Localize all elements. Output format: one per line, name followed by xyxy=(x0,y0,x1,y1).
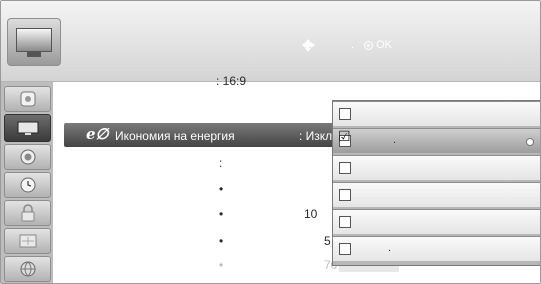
setting-row-bullet-3[interactable]: • xyxy=(219,234,223,248)
setting-row-bullet-2[interactable]: • xyxy=(219,207,223,221)
setting-row-colon[interactable]: : xyxy=(219,156,222,170)
sidebar-item-screen[interactable] xyxy=(4,114,51,142)
move-arrows-icon xyxy=(301,38,315,52)
sidebar-item-time[interactable] xyxy=(4,172,51,198)
eco-logo-icon: e∅ xyxy=(86,125,109,143)
nav-hint-text: . xyxy=(351,39,355,51)
sidebar-item-option[interactable] xyxy=(4,228,51,254)
selection-dot-icon xyxy=(526,138,534,146)
checkbox[interactable] xyxy=(339,108,351,120)
checkbox[interactable] xyxy=(339,216,351,228)
dropdown-option-3[interactable] xyxy=(333,155,540,180)
checkbox[interactable] xyxy=(339,162,351,174)
option-label: . xyxy=(393,134,397,146)
energy-saving-dropdown: ☑ . . xyxy=(332,100,540,266)
energy-saving-label: Икономия на енергия xyxy=(115,129,235,143)
sidebar-item-picture[interactable] xyxy=(4,86,51,112)
sidebar-item-network[interactable] xyxy=(4,256,51,282)
sidebar xyxy=(1,82,53,283)
option-icon xyxy=(19,234,36,248)
setting-row-bullet-4[interactable]: • xyxy=(219,258,223,272)
dropdown-option-4[interactable] xyxy=(333,182,540,207)
dropdown-option-1[interactable] xyxy=(333,101,540,126)
aspect-ratio-row[interactable]: : 16:9 xyxy=(216,74,246,88)
sidebar-item-audio[interactable] xyxy=(4,144,51,170)
menu-header: . OK xyxy=(1,1,540,82)
checkbox[interactable] xyxy=(339,189,351,201)
setting-row-bullet-1[interactable]: • xyxy=(219,182,223,196)
setting-value-2: 5 xyxy=(324,234,331,248)
setting-value-1: 10 xyxy=(304,207,318,221)
settings-window: . OK: 16:9 e∅ Икономия на енергия: Изк… xyxy=(0,0,541,284)
sidebar-item-lock[interactable] xyxy=(4,200,51,226)
dropdown-option-5[interactable] xyxy=(333,209,540,234)
tv-icon xyxy=(17,121,38,135)
ok-button-icon xyxy=(364,40,374,50)
tv-menu-icon xyxy=(7,18,61,66)
option-label: . xyxy=(388,242,392,254)
check-mark-icon: ☑ xyxy=(338,128,351,144)
nav-hint: . OK xyxy=(301,37,392,53)
dropdown-option-6[interactable]: . xyxy=(333,236,540,261)
speaker-icon xyxy=(20,149,35,165)
ok-label: OK xyxy=(376,39,392,51)
clock-icon xyxy=(20,177,35,193)
network-icon xyxy=(20,261,35,277)
checkbox[interactable] xyxy=(339,243,351,255)
dropdown-option-2[interactable]: ☑ . xyxy=(333,128,540,153)
aspect-ratio-value: : 16:9 xyxy=(216,74,247,88)
picture-icon xyxy=(20,91,35,107)
lock-icon xyxy=(21,204,34,222)
energy-saving-value: : Изкл xyxy=(299,129,333,143)
